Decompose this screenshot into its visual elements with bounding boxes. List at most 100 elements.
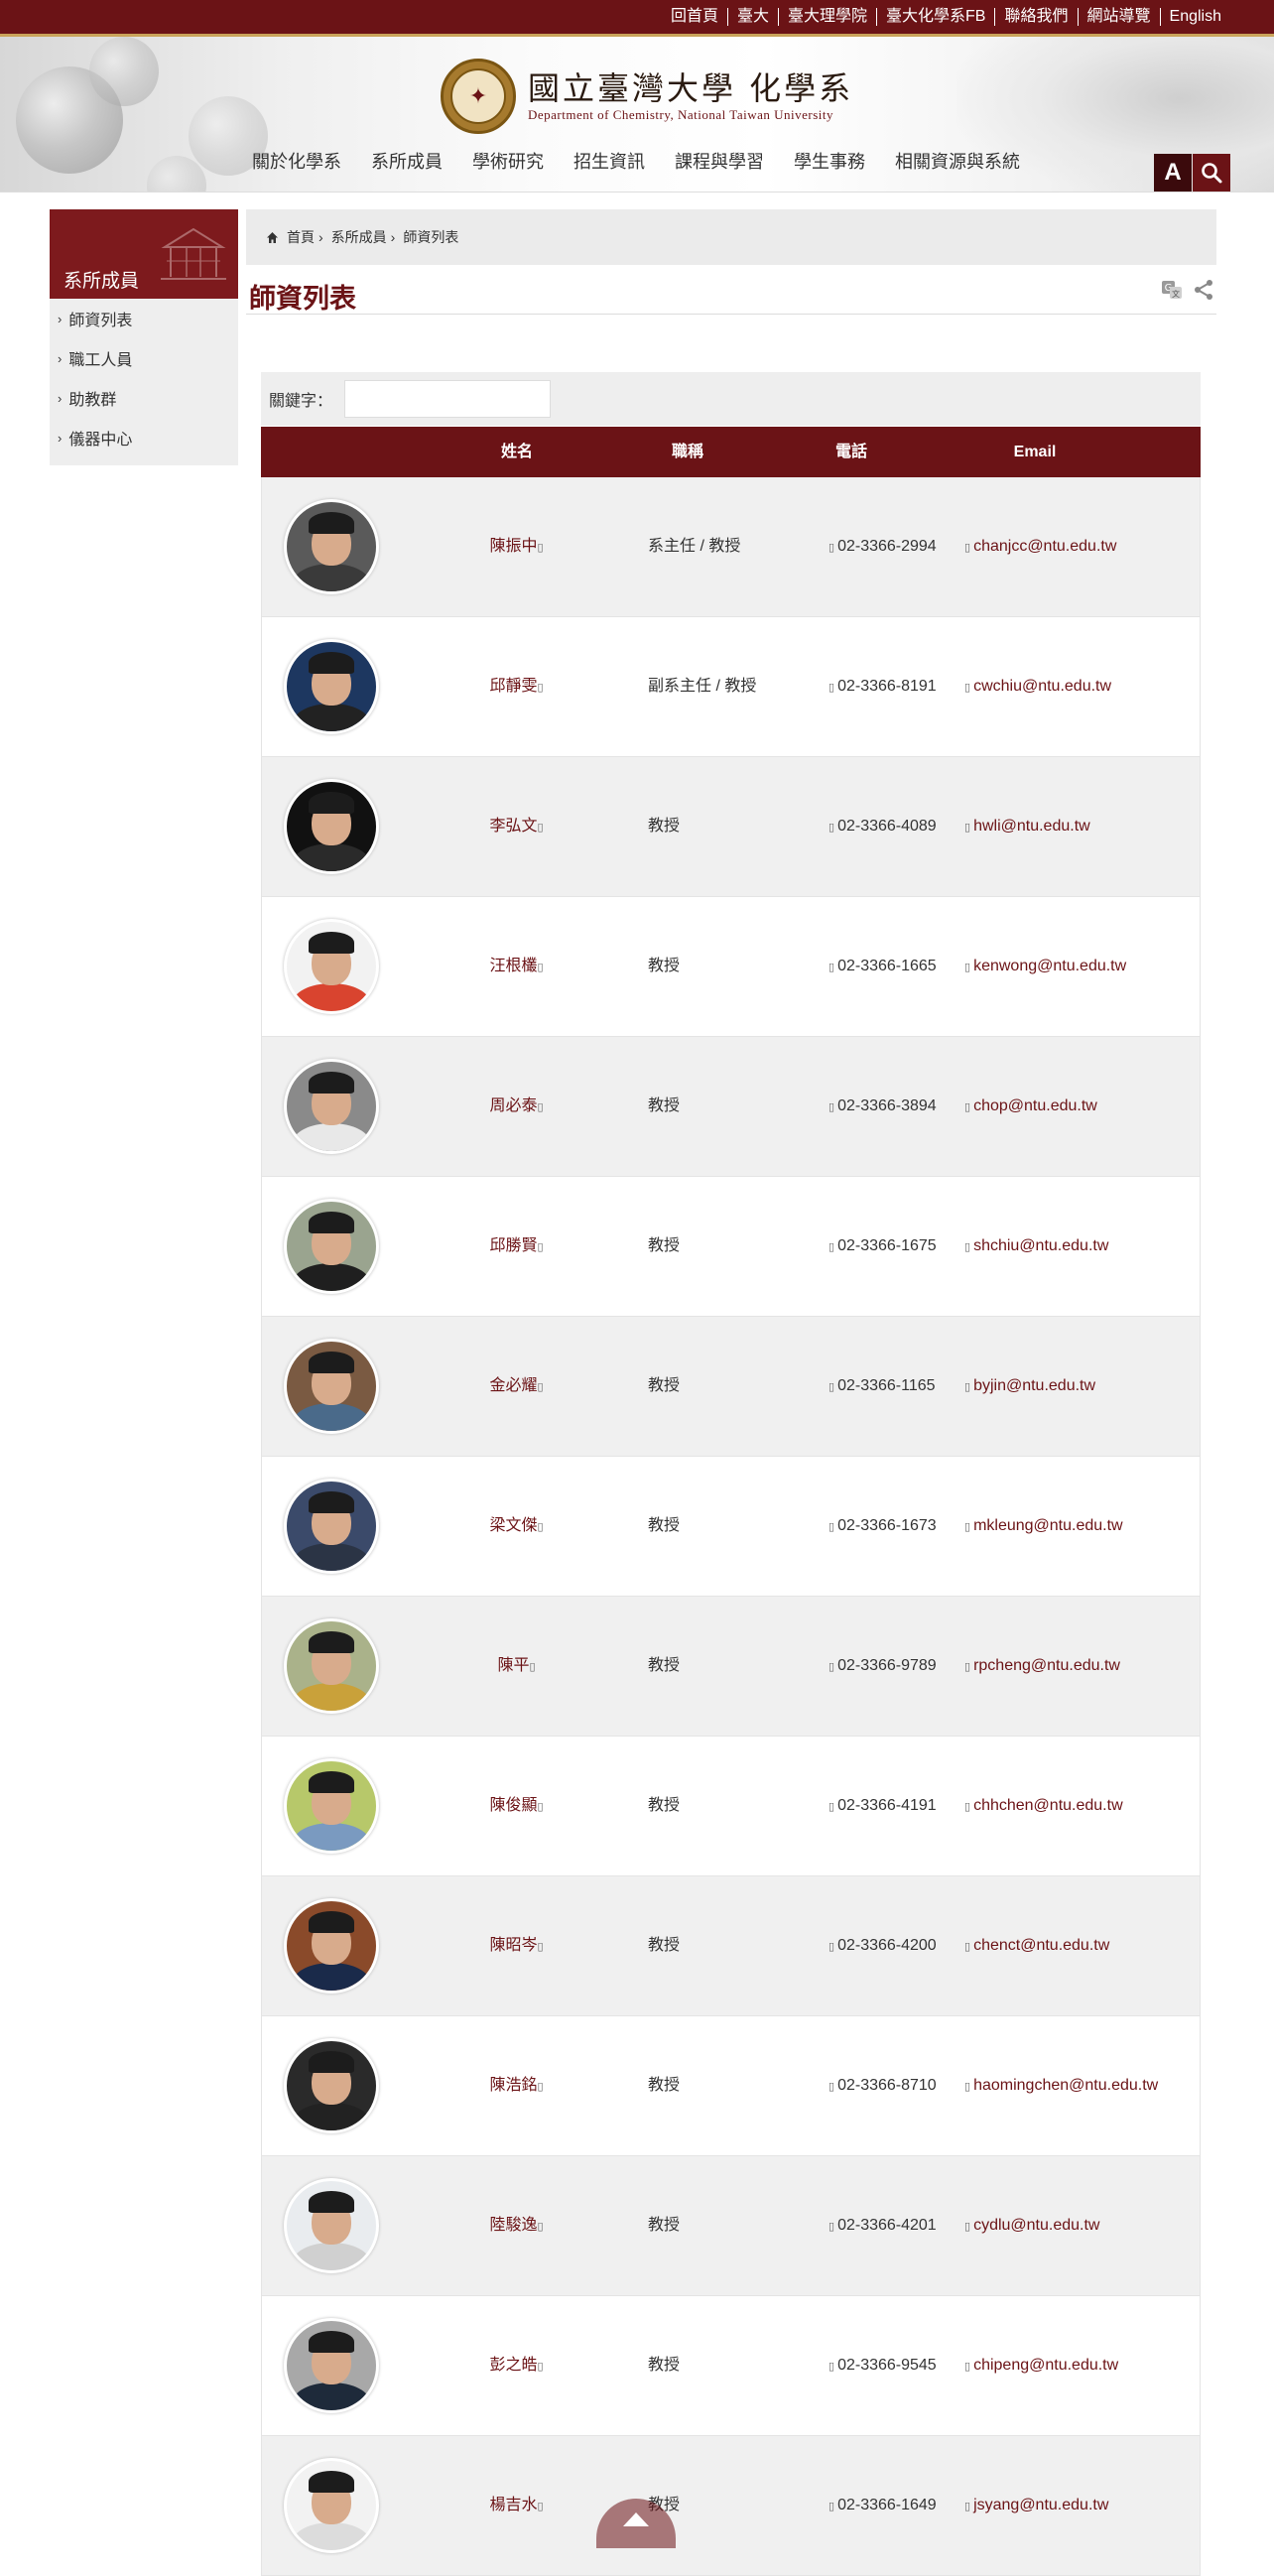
table-row: 陳平▯ 教授 ▯ 02-3366-9789 ▯ rpcheng@ntu.edu.tw xyxy=(261,1597,1201,1737)
faculty-phone: ▯ 02-3366-1165 xyxy=(828,1317,936,1456)
faculty-photo[interactable] xyxy=(284,1339,379,1434)
faculty-email-link[interactable]: ▯ cwchiu@ntu.edu.tw xyxy=(964,617,1111,756)
keyword-search-bar: 關鍵字： xyxy=(261,372,1201,426)
nav-resources[interactable]: 相關資源與系統 xyxy=(895,152,1020,172)
faculty-name: 陳昭岑 xyxy=(489,1937,538,1954)
sidebar-item-faculty[interactable]: › 師資列表 xyxy=(50,299,238,338)
faculty-name-link[interactable]: 陳浩銘▯ xyxy=(444,2016,592,2155)
top-link-ntu[interactable]: 臺大 xyxy=(727,8,778,26)
sidebar-title: 系所成員 xyxy=(64,271,140,292)
search-button[interactable] xyxy=(1193,154,1230,192)
faculty-email-link[interactable]: ▯ chenct@ntu.edu.tw xyxy=(964,1876,1109,2015)
top-utility-bar: 回首頁 臺大 臺大理學院 臺大化學系FB 聯絡我們 網站導覽 English xyxy=(0,0,1274,37)
faculty-email: mkleung@ntu.edu.tw xyxy=(973,1517,1123,1534)
faculty-photo[interactable] xyxy=(284,1199,379,1294)
faculty-title: 教授 xyxy=(648,1517,681,1534)
faculty-photo[interactable] xyxy=(284,2318,379,2413)
faculty-phone-number: 02-3366-1649 xyxy=(837,2497,937,2513)
faculty-email-link[interactable]: ▯ cydlu@ntu.edu.tw xyxy=(964,2156,1099,2295)
faculty-photo[interactable] xyxy=(284,919,379,1014)
faculty-photo[interactable] xyxy=(284,499,379,594)
faculty-photo[interactable] xyxy=(284,1898,379,1994)
faculty-name-link[interactable]: 彭之皓▯ xyxy=(444,2296,592,2435)
faculty-name-link[interactable]: 邱靜雯▯ xyxy=(444,617,592,756)
faculty-name-link[interactable]: 陳平▯ xyxy=(444,1597,592,1736)
faculty-name-link[interactable]: 李弘文▯ xyxy=(444,757,592,896)
faculty-name-link[interactable]: 楊吉水▯ xyxy=(444,2436,592,2575)
phone-icon: ▯ xyxy=(828,1241,835,1253)
faculty-email-link[interactable]: ▯ kenwong@ntu.edu.tw xyxy=(964,897,1126,1036)
faculty-photo[interactable] xyxy=(284,1059,379,1154)
faculty-photo[interactable] xyxy=(284,2038,379,2133)
faculty-name-link[interactable]: 陳昭岑▯ xyxy=(444,1876,592,2015)
faculty-photo[interactable] xyxy=(284,639,379,734)
nav-admissions[interactable]: 招生資訊 xyxy=(573,152,645,172)
sidebar-item-label: 助教群 xyxy=(68,392,117,409)
faculty-email-link[interactable]: ▯ jsyang@ntu.edu.tw xyxy=(964,2436,1108,2575)
faculty-email-link[interactable]: ▯ byjin@ntu.edu.tw xyxy=(964,1317,1095,1456)
top-link-sitemap[interactable]: 網站導覽 xyxy=(1077,8,1160,26)
faculty-email-link[interactable]: ▯ mkleung@ntu.edu.tw xyxy=(964,1457,1123,1596)
faculty-name-link[interactable]: 邱勝賢▯ xyxy=(444,1177,592,1316)
top-link-facebook[interactable]: 臺大化學系FB xyxy=(876,8,994,26)
link-icon: ▯ xyxy=(537,2501,544,2512)
top-link-english[interactable]: English xyxy=(1159,8,1230,26)
faculty-name-link[interactable]: 梁文傑▯ xyxy=(444,1457,592,1596)
nav-about[interactable]: 關於化學系 xyxy=(252,152,341,172)
faculty-photo[interactable] xyxy=(284,779,379,874)
keyword-input[interactable] xyxy=(344,380,552,418)
share-icon[interactable] xyxy=(1193,279,1214,301)
translate-icon[interactable]: G 文 xyxy=(1161,279,1183,301)
site-logo[interactable]: ✦ 國立臺灣大學 化學系 Department of Chemistry, Na… xyxy=(441,59,853,134)
faculty-photo[interactable] xyxy=(284,1618,379,1714)
sidebar-item-staff[interactable]: › 職工人員 xyxy=(50,338,238,378)
breadcrumb-separator: › xyxy=(390,229,396,245)
home-icon[interactable] xyxy=(266,231,279,244)
column-header-email[interactable]: Email xyxy=(975,427,1094,477)
column-header-phone[interactable]: 電話 xyxy=(797,427,906,477)
nav-courses[interactable]: 課程與學習 xyxy=(675,152,764,172)
faculty-email-link[interactable]: ▯ shchiu@ntu.edu.tw xyxy=(964,1177,1108,1316)
column-header-title[interactable]: 職稱 xyxy=(628,427,747,477)
font-size-button[interactable]: A xyxy=(1154,154,1192,192)
sidebar-item-instrument-center[interactable]: › 儀器中心 xyxy=(50,418,238,457)
faculty-photo[interactable] xyxy=(284,2178,379,2273)
nav-student-affairs[interactable]: 學生事務 xyxy=(794,152,865,172)
faculty-title: 副系主任 / 教授 xyxy=(648,678,757,695)
top-links: 回首頁 臺大 臺大理學院 臺大化學系FB 聯絡我們 網站導覽 English xyxy=(662,0,1230,34)
faculty-name-link[interactable]: 周必泰▯ xyxy=(444,1037,592,1176)
faculty-phone-number: 02-3366-4200 xyxy=(837,1937,937,1954)
top-link-contact[interactable]: 聯絡我們 xyxy=(994,8,1077,26)
faculty-phone-number: 02-3366-9545 xyxy=(837,2357,937,2374)
faculty-email-link[interactable]: ▯ rpcheng@ntu.edu.tw xyxy=(964,1597,1120,1736)
nav-research[interactable]: 學術研究 xyxy=(472,152,544,172)
top-link-science-college[interactable]: 臺大理學院 xyxy=(778,8,876,26)
faculty-email-link[interactable]: ▯ chanjcc@ntu.edu.tw xyxy=(964,477,1116,616)
faculty-name-link[interactable]: 陸駿逸▯ xyxy=(444,2156,592,2295)
breadcrumb-separator: › xyxy=(318,229,323,245)
faculty-email-link[interactable]: ▯ chop@ntu.edu.tw xyxy=(964,1037,1097,1176)
faculty-name-link[interactable]: 陳振中▯ xyxy=(444,477,592,616)
column-header-name[interactable]: 姓名 xyxy=(443,427,591,477)
nav-members[interactable]: 系所成員 xyxy=(371,152,443,172)
faculty-phone-number: 02-3366-4201 xyxy=(837,2217,937,2234)
faculty-name-link[interactable]: 陳俊顯▯ xyxy=(444,1737,592,1875)
breadcrumb-members[interactable]: 系所成員 xyxy=(331,227,387,247)
top-link-home[interactable]: 回首頁 xyxy=(662,8,727,26)
faculty-name-link[interactable]: 金必耀▯ xyxy=(444,1317,592,1456)
breadcrumb-home[interactable]: 首頁 xyxy=(287,227,315,247)
mail-icon: ▯ xyxy=(964,1101,971,1113)
sidebar-item-teaching-assistants[interactable]: › 助教群 xyxy=(50,378,238,418)
faculty-phone-number: 02-3366-1673 xyxy=(837,1517,937,1534)
phone-icon: ▯ xyxy=(828,542,835,554)
faculty-photo[interactable] xyxy=(284,1479,379,1574)
chevron-right-icon: › xyxy=(58,311,63,326)
faculty-email-link[interactable]: ▯ chhchen@ntu.edu.tw xyxy=(964,1737,1123,1875)
faculty-email-link[interactable]: ▯ hwli@ntu.edu.tw xyxy=(964,757,1090,896)
faculty-email-link[interactable]: ▯ haomingchen@ntu.edu.tw xyxy=(964,2016,1158,2155)
faculty-photo[interactable] xyxy=(284,1758,379,1854)
faculty-title: 教授 xyxy=(648,1377,681,1394)
faculty-name-link[interactable]: 汪根欉▯ xyxy=(444,897,592,1036)
faculty-email-link[interactable]: ▯ chipeng@ntu.edu.tw xyxy=(964,2296,1118,2435)
faculty-photo[interactable] xyxy=(284,2458,379,2553)
